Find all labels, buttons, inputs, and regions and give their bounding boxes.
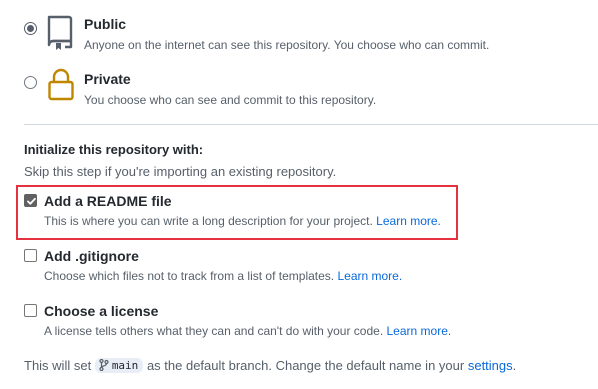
gitignore-label[interactable]: Add .gitignore — [44, 248, 139, 264]
license-checkbox[interactable] — [24, 304, 37, 317]
private-radio[interactable] — [24, 76, 37, 89]
initialize-heading: Initialize this repository with: — [24, 142, 204, 157]
git-branch-icon — [99, 358, 109, 372]
readme-checkbox[interactable] — [24, 194, 37, 207]
license-description: A license tells others what they can and… — [44, 324, 384, 338]
license-description-line: A license tells others what they can and… — [44, 324, 451, 338]
readme-learn-more-link[interactable]: Learn more. — [376, 214, 441, 228]
readme-description: This is where you can write a long descr… — [44, 214, 373, 228]
footer-end: . — [512, 358, 517, 373]
public-title: Public — [84, 16, 127, 32]
license-label[interactable]: Choose a license — [44, 303, 158, 319]
gitignore-description-line: Choose which files not to track from a l… — [44, 269, 402, 283]
private-description: You choose who can see and commit to thi… — [84, 93, 377, 107]
settings-link[interactable]: settings — [468, 358, 513, 373]
check-icon — [27, 197, 36, 205]
repo-icon — [47, 15, 73, 50]
gitignore-description: Choose which files not to track from a l… — [44, 269, 335, 283]
lock-icon — [48, 68, 74, 101]
branch-chip: main — [94, 358, 144, 373]
gitignore-learn-more-link[interactable]: Learn more. — [337, 269, 402, 283]
initialize-subheading: Skip this step if you're importing an ex… — [24, 164, 337, 179]
license-learn-more-link[interactable]: Learn more. — [387, 324, 452, 338]
branch-name: main — [111, 359, 139, 372]
readme-description-line: This is where you can write a long descr… — [44, 214, 441, 228]
default-branch-note: This will set main as the default branch… — [24, 358, 516, 373]
private-title: Private — [84, 71, 131, 87]
public-radio[interactable] — [24, 22, 37, 35]
divider — [24, 124, 598, 125]
footer-prefix: This will set — [24, 358, 92, 373]
gitignore-checkbox[interactable] — [24, 249, 37, 262]
footer-suffix: as the default branch. Change the defaul… — [146, 358, 465, 373]
readme-label[interactable]: Add a README file — [44, 193, 172, 209]
public-description: Anyone on the internet can see this repo… — [84, 38, 490, 52]
